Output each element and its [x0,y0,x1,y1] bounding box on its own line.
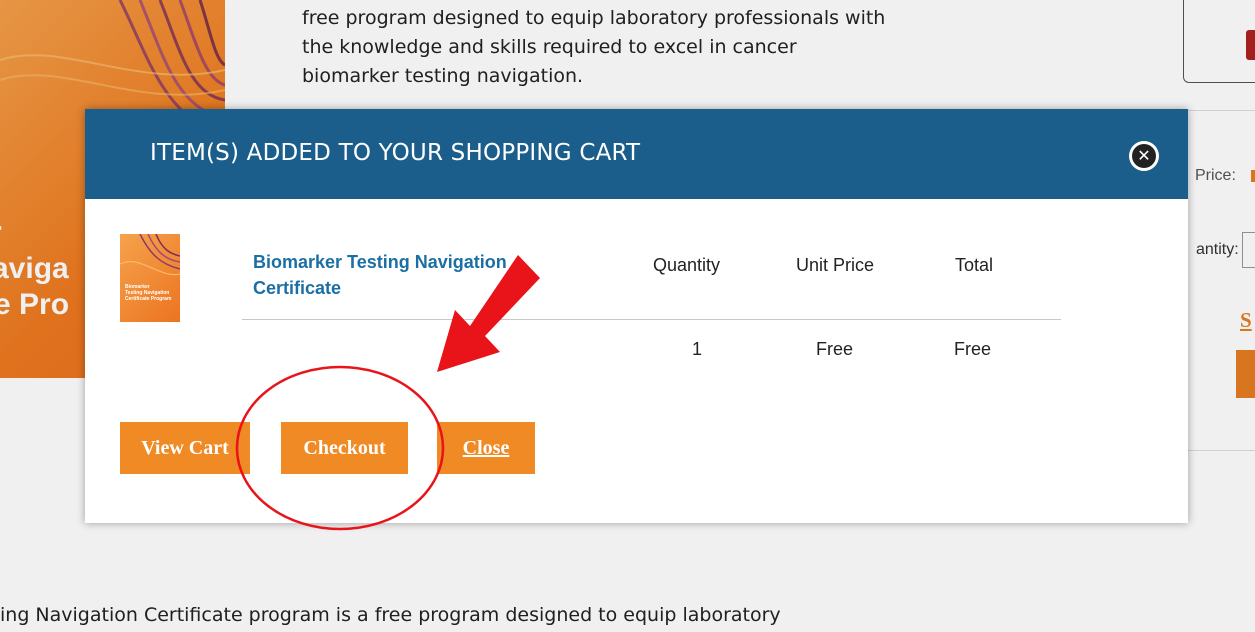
cell-total: Free [954,339,992,359]
close-icon[interactable]: ✕ [1129,141,1159,171]
checkout-button[interactable]: Checkout [281,422,408,474]
column-header-unit-price: Unit Price [796,255,875,275]
product-thumbnail: Biomarker Testing Navigation Certificate… [120,234,180,322]
product-name-line: Biomarker Testing Navigation [253,252,507,272]
modal-header: ITEM(S) ADDED TO YOUR SHOPPING CART ✕ [85,109,1188,199]
cart-modal: ITEM(S) ADDED TO YOUR SHOPPING CART ✕ Bi… [85,109,1188,523]
modal-title: ITEM(S) ADDED TO YOUR SHOPPING CART [150,140,641,166]
thumbnail-caption: Biomarker Testing Navigation Certificate… [125,284,171,302]
table-divider [242,319,1061,320]
close-button[interactable]: Close [437,422,535,474]
product-name-line: Certificate [253,278,342,298]
close-x-glyph: ✕ [1132,144,1156,168]
product-name-link[interactable]: Biomarker Testing Navigation Certificate [253,249,507,301]
view-cart-button[interactable]: View Cart [120,422,250,474]
cell-unit-price: Free [816,339,854,359]
cell-quantity: 1 [692,339,703,359]
thumbnail-caption-line: Certificate Program [125,296,172,302]
column-header-total: Total [955,255,994,275]
column-header-quantity: Quantity [653,255,721,275]
